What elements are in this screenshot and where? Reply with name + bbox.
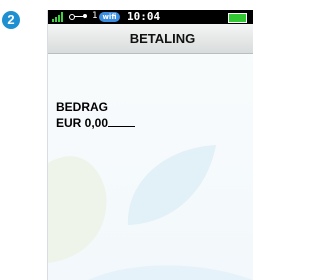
amount-label: BEDRAG [56, 100, 109, 114]
amount-field[interactable]: EUR 0,00 [56, 116, 136, 130]
input-cursor [108, 116, 136, 127]
connection-icon [69, 14, 87, 20]
battery-icon [228, 13, 247, 23]
wifi-icon: wifi [99, 12, 120, 22]
page-title: BETALING [129, 31, 196, 46]
amount-value: EUR 0,00 [56, 116, 109, 130]
title-bar: BETALING [48, 24, 253, 54]
step-number-badge: 2 [2, 11, 20, 29]
terminal-screen: 1 wifi 10:04 BETALING BEDRAG EUR 0,00 [47, 10, 253, 280]
background-watermark [48, 145, 253, 280]
clock: 10:04 [127, 10, 161, 23]
connection-count: 1 [92, 11, 98, 21]
signal-strength-icon [52, 12, 64, 22]
status-bar: 1 wifi 10:04 [48, 10, 253, 24]
